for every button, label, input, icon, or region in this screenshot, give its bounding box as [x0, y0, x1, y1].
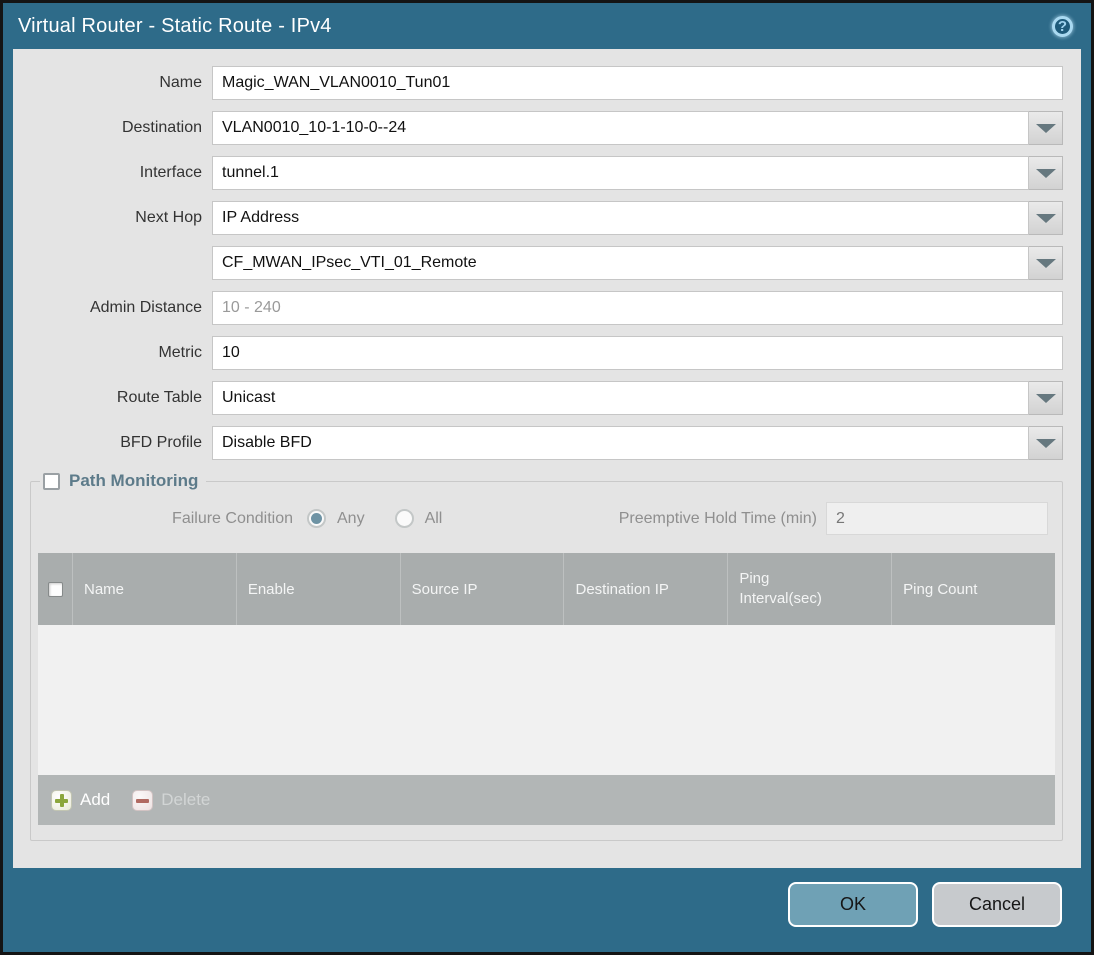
name-field [212, 66, 1063, 100]
chevron-down-icon [1035, 123, 1056, 133]
next-hop-label: Next Hop [135, 209, 202, 226]
chevron-down-icon [1035, 258, 1056, 268]
failure-condition-all-radio [394, 509, 414, 528]
route-table-dropdown-button[interactable] [1029, 381, 1063, 415]
metric-field [212, 336, 1063, 370]
bfd-profile-dropdown-button[interactable] [1029, 426, 1063, 460]
route-table-field [212, 381, 1063, 415]
select-all-checkbox [47, 581, 63, 597]
form-row-route-table: Route Table [30, 381, 1063, 415]
next-hop-type-input[interactable] [212, 201, 1029, 235]
chevron-down-icon [1035, 168, 1056, 178]
next-hop-address-field [212, 246, 1063, 280]
next-hop-address-dropdown-button[interactable] [1029, 246, 1063, 280]
form-row-next-hop-address [30, 246, 1063, 280]
dialog-title: Virtual Router - Static Route - IPv4 [18, 14, 332, 37]
next-hop-dropdown-button[interactable] [1029, 201, 1063, 235]
path-monitoring-section: Path Monitoring Failure Condition Any Al… [30, 471, 1063, 841]
table-select-all-column [38, 553, 72, 625]
destination-input[interactable] [212, 111, 1029, 145]
dialog-titlebar: Virtual Router - Static Route - IPv4 ? [3, 3, 1091, 49]
bfd-profile-input[interactable] [212, 426, 1029, 460]
table-column-ping-count: Ping Count [891, 553, 1055, 625]
dialog-body: Name Destination Interface Next Hop [13, 49, 1081, 868]
destination-field [212, 111, 1063, 145]
ok-button[interactable]: OK [788, 882, 918, 927]
interface-dropdown-button[interactable] [1029, 156, 1063, 190]
table-column-ping-interval: Ping Interval(sec) [727, 553, 891, 625]
next-hop-field [212, 201, 1063, 235]
interface-field [212, 156, 1063, 190]
delete-button-label: Delete [161, 790, 211, 809]
path-monitoring-table-header: Name Enable Source IP Destination IP Pin… [38, 553, 1055, 625]
cancel-button[interactable]: Cancel [932, 882, 1062, 927]
table-column-name: Name [72, 553, 236, 625]
table-column-enable: Enable [235, 553, 400, 625]
failure-condition-row: Failure Condition Any All Preemptive Hol… [38, 500, 1055, 537]
form-row-metric: Metric [30, 336, 1063, 370]
admin-distance-field [212, 291, 1063, 325]
interface-input[interactable] [212, 156, 1029, 190]
form-row-destination: Destination [30, 111, 1063, 145]
add-icon [51, 789, 72, 811]
metric-label: Metric [158, 344, 202, 361]
delete-icon [132, 789, 154, 811]
add-button-label: Add [80, 790, 111, 809]
form-row-admin-distance: Admin Distance [30, 291, 1063, 325]
delete-button: Delete [132, 789, 211, 811]
name-label: Name [159, 74, 202, 91]
dialog-footer: OK Cancel [788, 882, 1062, 927]
destination-dropdown-button[interactable] [1029, 111, 1063, 145]
form-row-next-hop: Next Hop [30, 201, 1063, 235]
preemptive-hold-time-label: Preemptive Hold Time (min) [618, 509, 817, 527]
failure-condition-any-label: Any [337, 509, 365, 527]
chevron-down-icon [1035, 438, 1056, 448]
failure-condition-any-radio [307, 509, 326, 528]
bfd-profile-label: BFD Profile [120, 434, 202, 451]
path-monitoring-legend: Path Monitoring [40, 471, 206, 491]
table-column-source-ip: Source IP [399, 553, 564, 625]
path-monitoring-checkbox[interactable] [43, 472, 60, 490]
failure-condition-label: Failure Condition [172, 509, 293, 527]
interface-label: Interface [139, 164, 202, 181]
destination-label: Destination [121, 119, 202, 136]
bfd-profile-field [212, 426, 1063, 460]
chevron-down-icon [1035, 393, 1056, 403]
path-monitoring-table-toolbar: Add Delete [38, 775, 1055, 825]
admin-distance-input[interactable] [212, 291, 1063, 325]
path-monitoring-title: Path Monitoring [69, 471, 199, 490]
preemptive-hold-time-input [826, 502, 1048, 535]
help-icon[interactable]: ? [1052, 15, 1073, 37]
chevron-down-icon [1035, 213, 1056, 223]
next-hop-address-input[interactable] [212, 246, 1029, 280]
form-row-bfd-profile: BFD Profile [30, 426, 1063, 460]
form-row-interface: Interface [30, 156, 1063, 190]
name-input[interactable] [212, 66, 1063, 100]
path-monitoring-table-body [38, 625, 1055, 775]
form-row-name: Name [30, 66, 1063, 100]
metric-input[interactable] [212, 336, 1063, 370]
route-table-label: Route Table [116, 389, 202, 406]
static-route-dialog: Virtual Router - Static Route - IPv4 ? N… [0, 0, 1094, 955]
failure-condition-all-label: All [424, 509, 443, 527]
admin-distance-label: Admin Distance [89, 299, 202, 316]
add-button[interactable]: Add [51, 789, 111, 811]
table-column-destination-ip: Destination IP [563, 553, 727, 625]
route-table-input[interactable] [212, 381, 1029, 415]
